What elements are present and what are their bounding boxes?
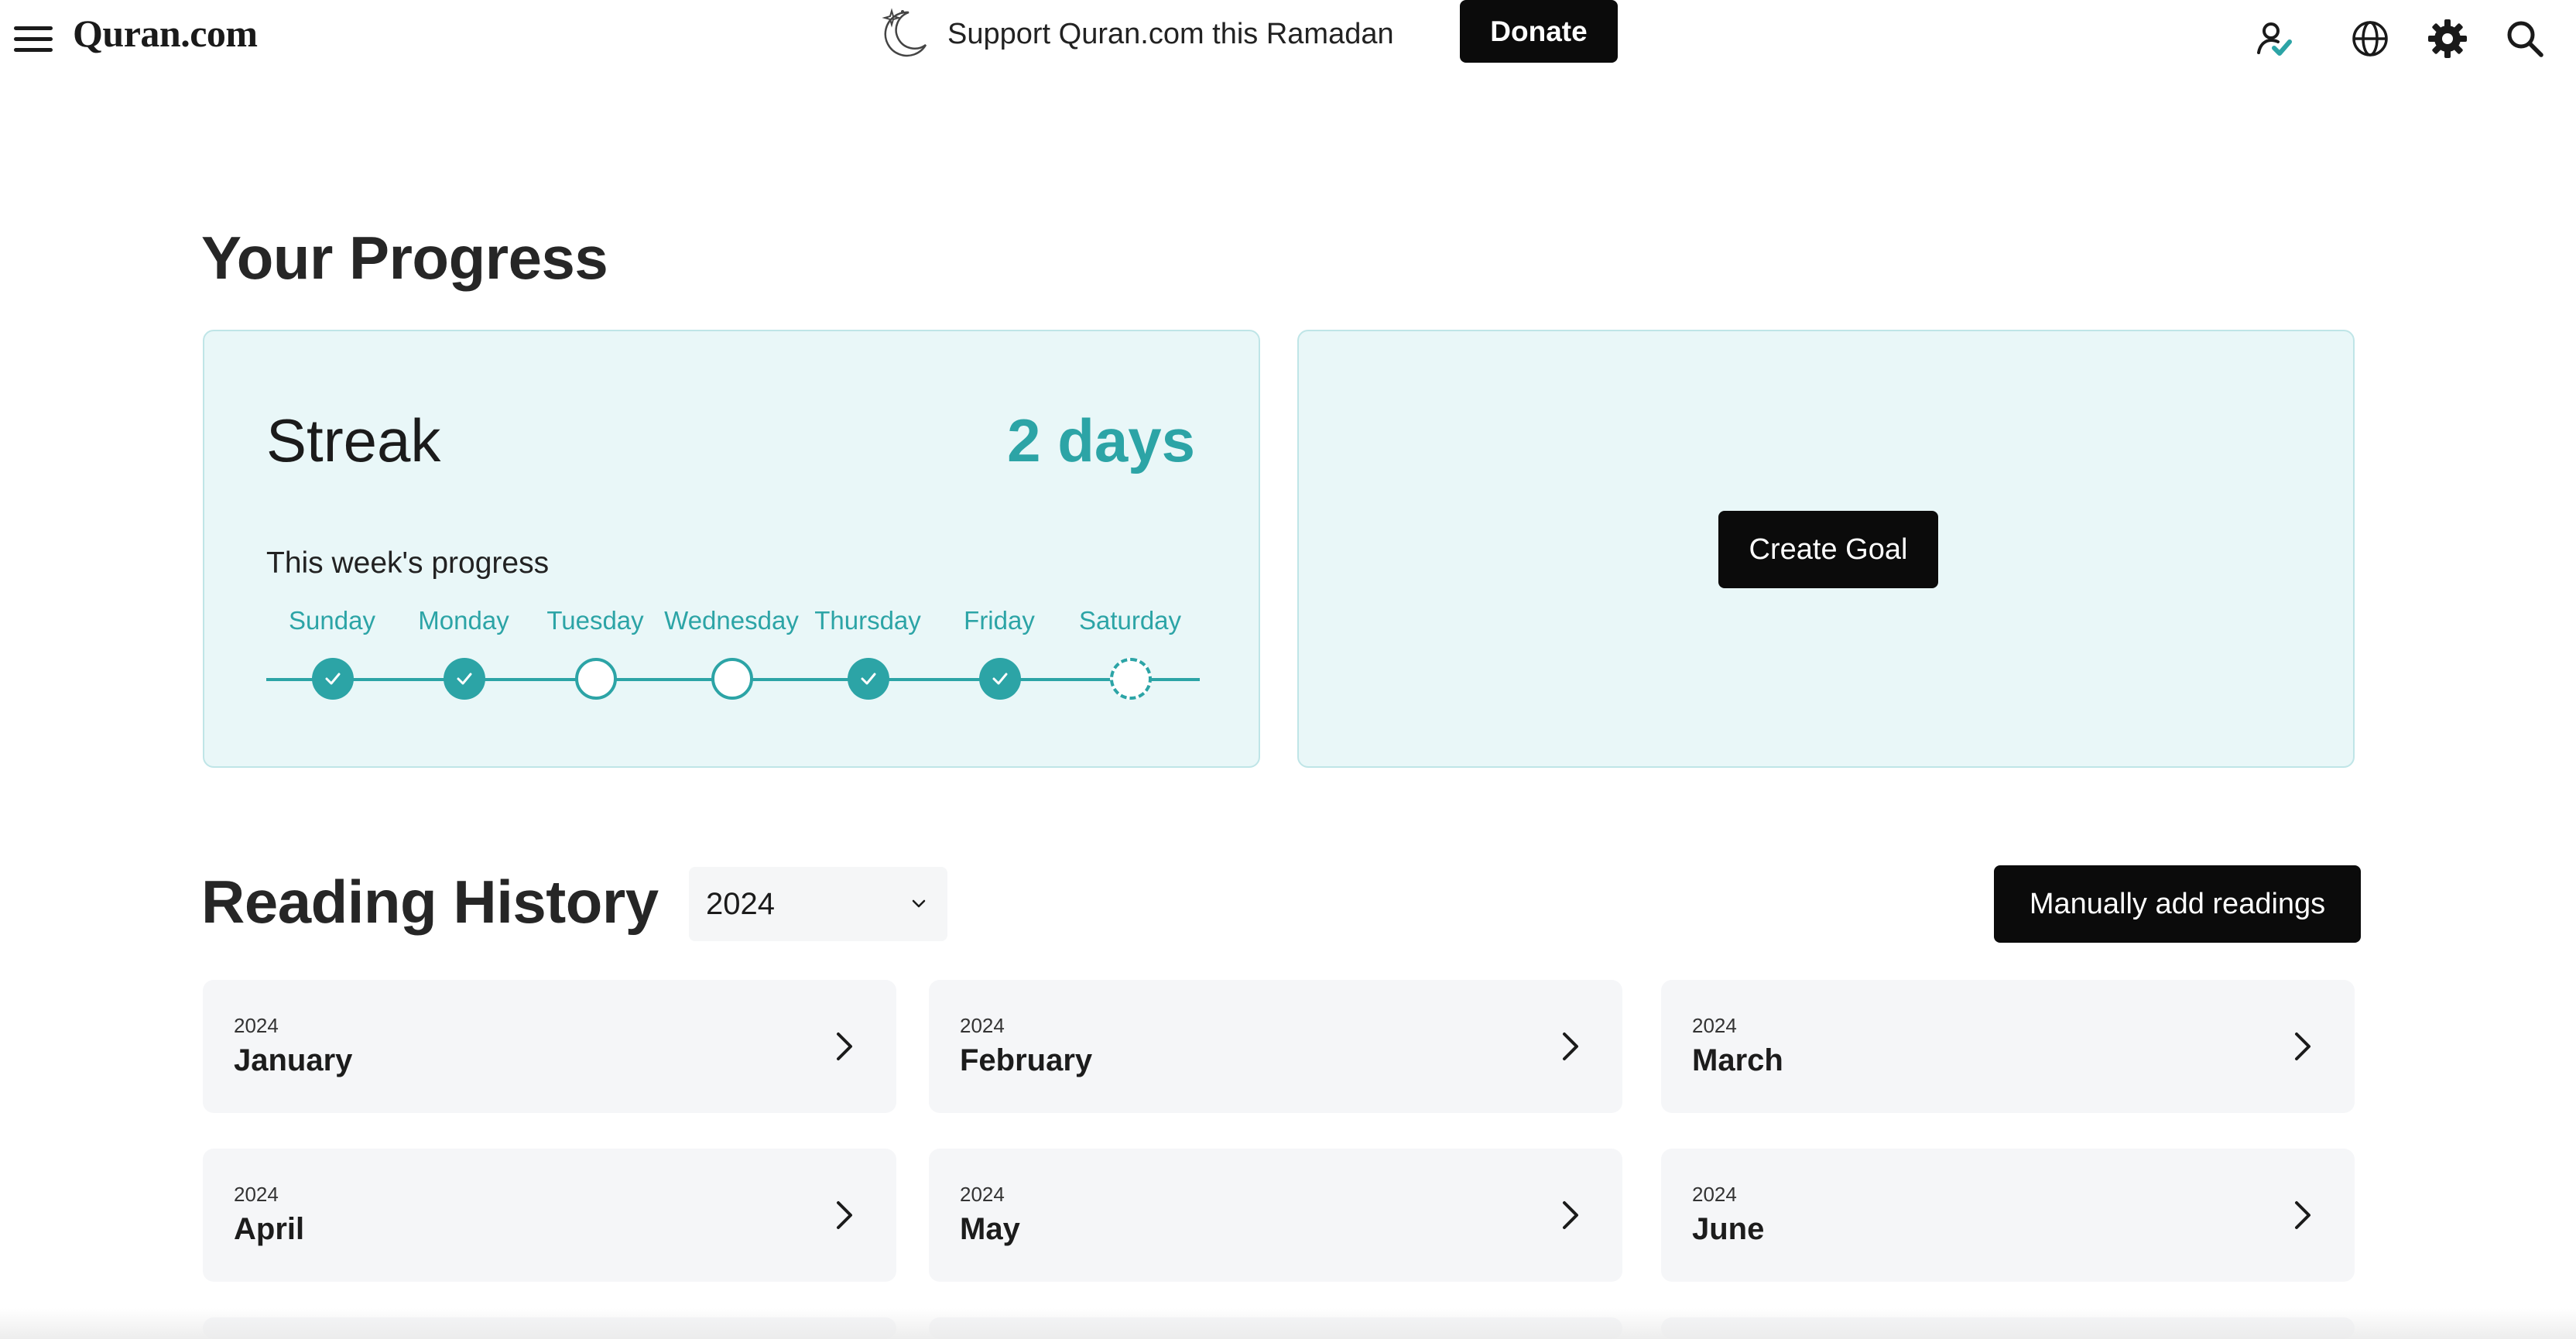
chevron-down-icon [912, 899, 926, 908]
month-card-june[interactable]: 2024 June [1661, 1149, 2355, 1282]
globe-icon[interactable] [2347, 15, 2393, 62]
chevron-right-icon [2282, 1195, 2322, 1235]
streak-label: Streak [266, 406, 441, 474]
scroll-fade [0, 1308, 2576, 1339]
day-name: Wednesday [664, 606, 799, 635]
month-year: 2024 [1692, 1014, 1737, 1037]
top-nav: Quran.com Support Quran.com this Ramadan… [0, 0, 2576, 70]
month-year: 2024 [960, 1014, 1005, 1037]
month-year: 2024 [234, 1014, 279, 1037]
week-progress-label: This week's progress [266, 546, 550, 580]
year-select-value: 2024 [706, 886, 775, 921]
day-name: Thursday [814, 606, 921, 635]
donate-button[interactable]: Donate [1460, 0, 1618, 63]
day-name: Monday [418, 606, 509, 635]
check-circle-icon [979, 658, 1021, 700]
month-name: June [1692, 1212, 1765, 1246]
month-name: March [1692, 1043, 1783, 1077]
user-check-icon[interactable] [2251, 15, 2297, 62]
empty-circle-icon [711, 658, 753, 700]
chevron-right-icon [2282, 1026, 2322, 1067]
dashed-circle-icon [1110, 658, 1152, 700]
week-progress-track: Sunday Monday Tuesday Wednesday Thursday Frid… [266, 602, 1200, 726]
day-name: Friday [964, 606, 1035, 635]
day-friday: Friday [930, 602, 1069, 700]
day-name: Tuesday [546, 606, 644, 635]
progress-title: Your Progress [201, 224, 608, 292]
streak-card: Streak 2 days This week's progress Sunda… [203, 330, 1260, 768]
check-circle-icon [312, 658, 354, 700]
empty-circle-icon [575, 658, 617, 700]
month-card-april[interactable]: 2024 April [203, 1149, 896, 1282]
month-card-january[interactable]: 2024 January [203, 980, 896, 1113]
crescent-moon-icon [882, 8, 927, 57]
streak-value: 2 days [1007, 406, 1195, 474]
chevron-right-icon [1550, 1195, 1590, 1235]
month-card-february[interactable]: 2024 February [929, 980, 1622, 1113]
month-year: 2024 [1692, 1183, 1737, 1206]
month-year: 2024 [960, 1183, 1005, 1206]
site-logo[interactable]: Quran.com [73, 11, 258, 56]
day-monday: Monday [394, 602, 533, 700]
day-saturday: Saturday [1060, 602, 1200, 700]
search-icon[interactable] [2502, 15, 2548, 62]
gear-icon[interactable] [2424, 15, 2471, 62]
manually-add-readings-button[interactable]: Manually add readings [1994, 865, 2361, 943]
month-name: May [960, 1212, 1020, 1246]
chevron-right-icon [824, 1195, 864, 1235]
month-name: January [234, 1043, 353, 1077]
day-sunday: Sunday [262, 602, 402, 700]
support-text: Support Quran.com this Ramadan [947, 17, 1394, 50]
chevron-right-icon [824, 1026, 864, 1067]
day-wednesday: Wednesday [662, 602, 801, 700]
create-goal-button[interactable]: Create Goal [1718, 511, 1938, 588]
month-name: February [960, 1043, 1093, 1077]
day-name: Sunday [289, 606, 375, 635]
month-card-may[interactable]: 2024 May [929, 1149, 1622, 1282]
month-name: April [234, 1212, 305, 1246]
day-tuesday: Tuesday [526, 602, 665, 700]
reading-history-title: Reading History [201, 868, 659, 936]
chevron-right-icon [1550, 1026, 1590, 1067]
month-card-march[interactable]: 2024 March [1661, 980, 2355, 1113]
year-select[interactable]: 2024 [689, 867, 947, 941]
ramadan-support-banner[interactable]: Support Quran.com this Ramadan [875, 5, 1394, 63]
goal-card: Create Goal [1297, 330, 2355, 768]
day-thursday: Thursday [798, 602, 937, 700]
check-circle-icon [444, 658, 485, 700]
day-name: Saturday [1078, 606, 1182, 635]
menu-icon[interactable] [14, 25, 54, 56]
month-year: 2024 [234, 1183, 279, 1206]
check-circle-icon [848, 658, 889, 700]
